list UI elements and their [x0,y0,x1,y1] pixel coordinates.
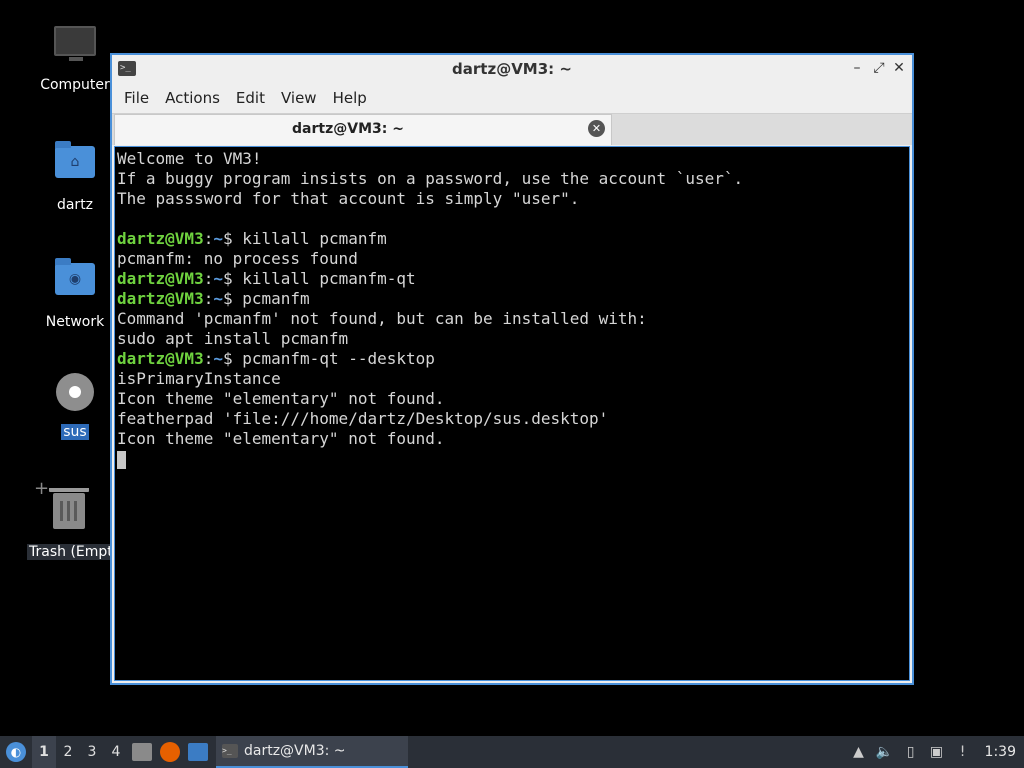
clipboard-icon[interactable]: ▯ [899,736,923,768]
workspace-1[interactable]: 1 [32,736,56,768]
trash-icon [47,488,91,537]
terminal-cursor [117,450,126,469]
prompt-command: $ pcmanfm [222,289,310,308]
terminal-output-line: Welcome to VM3! [117,149,262,168]
window-titlebar[interactable]: >_ dartz@VM3: ~ – ⤢ ✕ [112,55,912,83]
terminal-output-line: If a buggy program insists on a password… [117,169,744,188]
terminal-output-line: Icon theme "elementary" not found. [117,429,445,448]
network-icon[interactable]: ▣ [925,736,949,768]
terminal-window[interactable]: >_ dartz@VM3: ~ – ⤢ ✕ File Actions Edit … [110,53,914,685]
task-terminal[interactable]: >_ dartz@VM3: ~ [216,736,408,768]
prompt-path: ~ [213,269,223,288]
maximize-icon[interactable]: ⤢ [870,58,888,78]
taskbar: ◐ 1 2 3 4 >_ dartz@VM3: ~ ▲ 🔈 ▯ ▣ ! 1:39 [0,736,1024,768]
file-manager-icon [132,743,152,761]
prompt-user: dartz@VM3 [117,229,204,248]
prompt-command: $ pcmanfm-qt --desktop [222,349,435,368]
home-folder-icon: ⌂ [53,141,97,190]
terminal-output-line: The passsword for that account is simply… [117,189,580,208]
desktop-icon-dartz[interactable]: ⌂ dartz [27,138,123,213]
volume-icon[interactable]: 🔈 [873,736,897,768]
desktop-icon-computer[interactable]: Computer [27,22,123,93]
tab-label: dartz@VM3: ~ [292,121,404,137]
terminal-output-line: isPrimaryInstance [117,369,281,388]
window-title: dartz@VM3: ~ [452,60,572,78]
desktop-icon-label: sus [61,424,89,440]
terminal-command-line: dartz@VM3:~$ killall pcmanfm-qt [117,269,907,289]
show-desktop-launcher[interactable] [184,736,212,768]
prompt-command: $ killall pcmanfm [222,229,387,248]
terminal-output-line: sudo apt install pcmanfm [117,329,349,348]
prompt-separator: : [203,349,214,368]
desktop-icon-sus[interactable]: sus [27,370,123,440]
minimize-icon[interactable]: – [848,58,866,78]
workspace-2[interactable]: 2 [56,736,80,768]
settings-gear-icon [53,373,97,417]
update-notifier-icon[interactable]: ! [951,736,975,768]
prompt-path: ~ [213,229,223,248]
prompt-path: ~ [213,349,223,368]
firefox-launcher[interactable] [156,736,184,768]
menu-bar: File Actions Edit View Help [112,83,912,113]
terminal-command-line: dartz@VM3:~$ pcmanfm-qt --desktop [117,349,907,369]
prompt-path: ~ [213,289,223,308]
menu-file[interactable]: File [116,89,157,107]
terminal-output-line: Command 'pcmanfm' not found, but can be … [117,309,647,328]
lxqt-logo-icon: ◐ [6,742,26,762]
desktop-icon-label: dartz [56,197,94,213]
desktop-icon-network[interactable]: ◉ Network [27,255,123,330]
task-label: dartz@VM3: ~ [244,743,346,759]
clock[interactable]: 1:39 [975,744,1024,760]
desktop-icon-label: Trash (Empty) [27,544,111,560]
terminal-output[interactable]: Welcome to VM3! If a buggy program insist… [114,146,910,681]
terminal-output-line: pcmanfm: no process found [117,249,358,268]
menu-view[interactable]: View [273,89,325,107]
tab-bar: dartz@VM3: ~ ✕ [112,113,912,145]
terminal-output-line: featherpad 'file:///home/dartz/Desktop/s… [117,409,609,428]
tab-terminal[interactable]: dartz@VM3: ~ ✕ [114,114,612,145]
terminal-output-line: Icon theme "elementary" not found. [117,389,445,408]
prompt-user: dartz@VM3 [117,289,204,308]
start-menu-button[interactable]: ◐ [0,736,32,768]
prompt-separator: : [203,269,214,288]
terminal-cursor-line [117,449,907,469]
show-desktop-icon [188,743,208,761]
prompt-user: dartz@VM3 [117,349,204,368]
prompt-separator: : [203,229,214,248]
firefox-icon [160,742,180,762]
terminal-command-line: dartz@VM3:~$ killall pcmanfm [117,229,907,249]
menu-actions[interactable]: Actions [157,89,228,107]
terminal-command-line: dartz@VM3:~$ pcmanfm [117,289,907,309]
workspace-3[interactable]: 3 [80,736,104,768]
terminal-task-icon: >_ [222,744,238,758]
prompt-separator: : [203,289,214,308]
prompt-command: $ killall pcmanfm-qt [222,269,416,288]
network-folder-icon: ◉ [53,258,97,307]
desktop-icon-label: Computer [40,77,110,93]
desktop-icon-trash[interactable]: Trash (Empty) [27,488,111,560]
tab-close-icon[interactable]: ✕ [588,120,605,137]
computer-icon [53,26,97,70]
close-icon[interactable]: ✕ [890,58,908,78]
file-manager-launcher[interactable] [128,736,156,768]
menu-edit[interactable]: Edit [228,89,273,107]
usb-icon[interactable]: ▲ [847,736,871,768]
desktop-icon-label: Network [45,314,105,330]
workspace-4[interactable]: 4 [104,736,128,768]
menu-help[interactable]: Help [325,89,375,107]
system-tray: ▲ 🔈 ▯ ▣ ! 1:39 [845,736,1024,768]
prompt-user: dartz@VM3 [117,269,204,288]
